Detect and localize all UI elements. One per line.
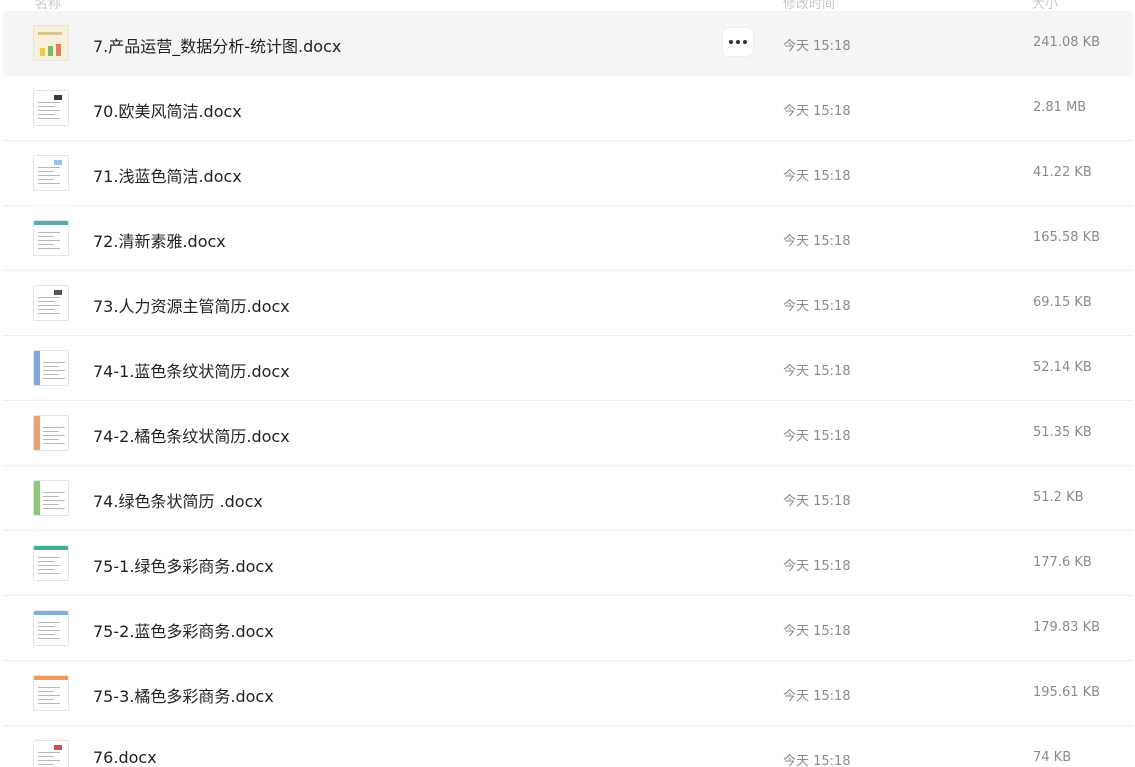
file-name[interactable]: 74.绿色条状简历 .docx (93, 488, 263, 512)
file-modified-time: 今天 15:18 (783, 754, 851, 767)
file-row[interactable]: 75-2.蓝色多彩商务.docx 今天 15:18 179.83 KB (3, 596, 1133, 661)
document-thumbnail-icon (33, 415, 69, 451)
file-size: 51.2 KB (1033, 490, 1084, 505)
file-list-page: 名称 修改时间 大小 7.产品运营_数据分析-统计图.docx 今天 15:18 2… (0, 0, 1135, 767)
document-thumbnail-icon (33, 155, 69, 191)
file-modified-time: 今天 15:18 (783, 299, 851, 314)
file-size: 74 KB (1033, 750, 1072, 765)
file-size: 2.81 MB (1033, 100, 1087, 115)
file-modified-time: 今天 15:18 (783, 559, 851, 574)
file-name[interactable]: 7.产品运营_数据分析-统计图.docx (93, 33, 341, 57)
file-row[interactable]: 75-1.绿色多彩商务.docx 今天 15:18 177.6 KB (3, 531, 1133, 596)
document-thumbnail-icon (33, 740, 69, 767)
file-size: 195.61 KB (1033, 685, 1101, 700)
file-size: 41.22 KB (1033, 165, 1092, 180)
document-thumbnail-icon (33, 90, 69, 126)
file-modified-time: 今天 15:18 (783, 169, 851, 184)
document-thumbnail-icon (33, 350, 69, 386)
file-modified-time: 今天 15:18 (783, 689, 851, 704)
file-row[interactable]: 70.欧美风简洁.docx 今天 15:18 2.81 MB (3, 76, 1133, 141)
file-size: 165.58 KB (1033, 230, 1101, 245)
document-thumbnail-icon (33, 675, 69, 711)
file-name[interactable]: 75-1.绿色多彩商务.docx (93, 553, 274, 577)
document-thumbnail-icon (33, 220, 69, 256)
file-modified-time: 今天 15:18 (783, 494, 851, 509)
file-name[interactable]: 74-2.橘色条纹状简历.docx (93, 423, 290, 447)
file-list: 7.产品运营_数据分析-统计图.docx 今天 15:18 241.08 KB 70.… (0, 11, 1135, 767)
document-thumbnail-icon (33, 610, 69, 646)
document-thumbnail-icon (33, 480, 69, 516)
file-modified-time: 今天 15:18 (783, 624, 851, 639)
file-row[interactable]: 75-3.橘色多彩商务.docx 今天 15:18 195.61 KB (3, 661, 1133, 726)
file-name[interactable]: 72.清新素雅.docx (93, 228, 226, 252)
file-row[interactable]: 74-1.蓝色条纹状简历.docx 今天 15:18 52.14 KB (3, 336, 1133, 401)
more-options-button[interactable] (723, 28, 753, 56)
file-modified-time: 今天 15:18 (783, 429, 851, 444)
file-modified-time: 今天 15:18 (783, 234, 851, 249)
file-size: 241.08 KB (1033, 35, 1101, 50)
file-row[interactable]: 71.浅蓝色简洁.docx 今天 15:18 41.22 KB (3, 141, 1133, 206)
file-size: 179.83 KB (1033, 620, 1101, 635)
file-row[interactable]: 76.docx 今天 15:18 74 KB (3, 726, 1133, 767)
file-modified-time: 今天 15:18 (783, 39, 851, 54)
file-name[interactable]: 70.欧美风简洁.docx (93, 98, 242, 122)
file-size: 69.15 KB (1033, 295, 1092, 310)
more-dots-icon (729, 40, 747, 44)
file-name[interactable]: 71.浅蓝色简洁.docx (93, 163, 242, 187)
document-thumbnail-icon (33, 545, 69, 581)
file-row[interactable]: 74.绿色条状简历 .docx 今天 15:18 51.2 KB (3, 466, 1133, 531)
file-name[interactable]: 73.人力资源主管简历.docx (93, 293, 290, 317)
file-name[interactable]: 74-1.蓝色条纹状简历.docx (93, 358, 290, 382)
file-row[interactable]: 73.人力资源主管简历.docx 今天 15:18 69.15 KB (3, 271, 1133, 336)
file-name[interactable]: 76.docx (93, 748, 157, 767)
file-size: 52.14 KB (1033, 360, 1092, 375)
file-size: 51.35 KB (1033, 425, 1092, 440)
file-name[interactable]: 75-2.蓝色多彩商务.docx (93, 618, 274, 642)
file-row[interactable]: 74-2.橘色条纹状简历.docx 今天 15:18 51.35 KB (3, 401, 1133, 466)
file-modified-time: 今天 15:18 (783, 104, 851, 119)
document-thumbnail-icon (33, 25, 69, 61)
file-size: 177.6 KB (1033, 555, 1092, 570)
file-modified-time: 今天 15:18 (783, 364, 851, 379)
file-name[interactable]: 75-3.橘色多彩商务.docx (93, 683, 274, 707)
document-thumbnail-icon (33, 285, 69, 321)
file-row[interactable]: 7.产品运营_数据分析-统计图.docx 今天 15:18 241.08 KB (3, 11, 1133, 76)
file-row[interactable]: 72.清新素雅.docx 今天 15:18 165.58 KB (3, 206, 1133, 271)
